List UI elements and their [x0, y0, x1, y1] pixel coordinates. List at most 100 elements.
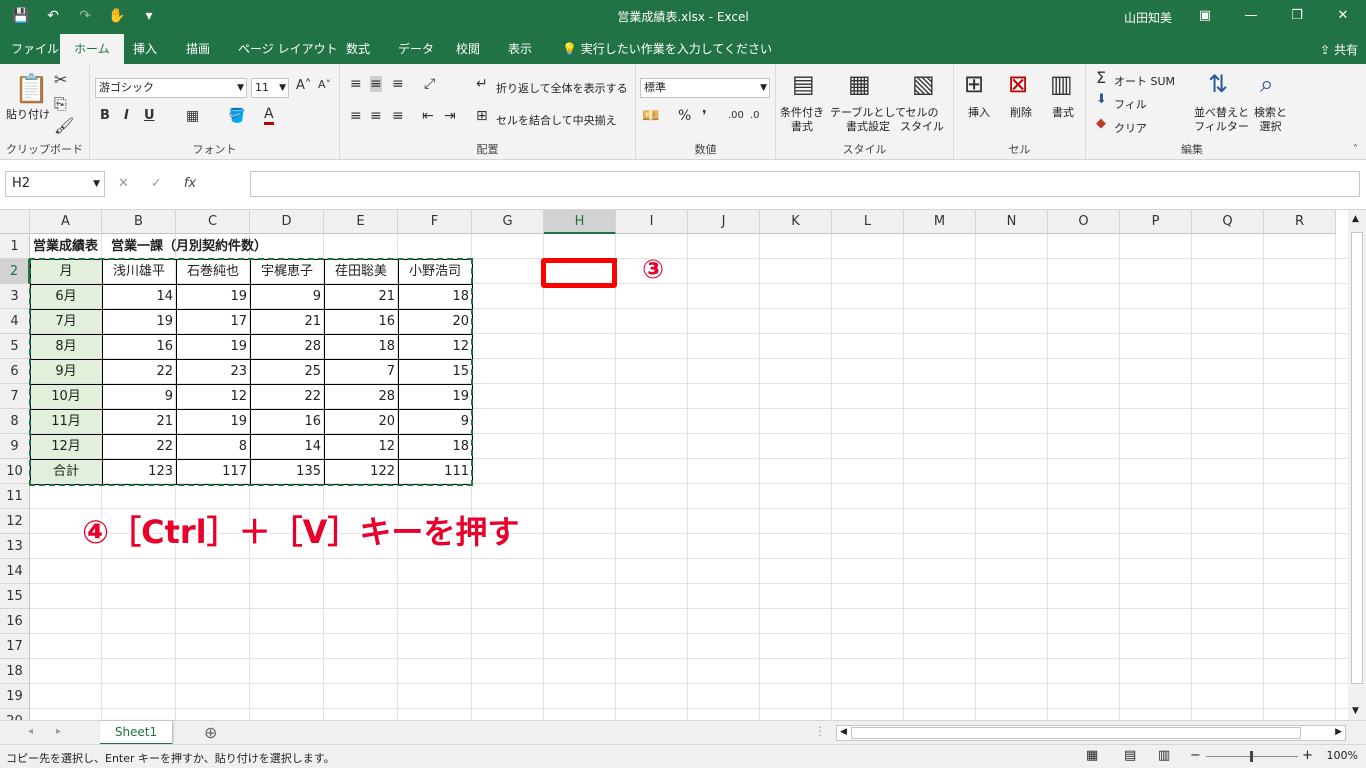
row-header-19[interactable]: 19	[0, 684, 30, 709]
cut-icon[interactable]: ✂	[54, 70, 67, 89]
horizontal-scrollbar[interactable]: ◀ ▶	[836, 725, 1346, 741]
decrease-decimal-icon[interactable]: .0	[750, 110, 760, 121]
wrap-text-icon[interactable]: ↵	[476, 76, 488, 92]
column-header-f[interactable]: F	[398, 210, 472, 234]
tab-home[interactable]: ホーム	[60, 34, 124, 64]
font-size-select[interactable]: 11 ▼	[251, 78, 289, 98]
clear-button[interactable]: クリア	[1114, 120, 1147, 136]
page-layout-view-icon[interactable]: ▤	[1124, 748, 1136, 763]
tab-file[interactable]: ファイル	[11, 40, 59, 57]
select-all-corner[interactable]	[0, 210, 30, 234]
row-header-18[interactable]: 18	[0, 659, 30, 684]
format-cells-icon[interactable]: ▥	[1050, 70, 1073, 98]
column-header-l[interactable]: L	[832, 210, 904, 234]
ribbon-display-options-icon[interactable]: ▣	[1182, 0, 1228, 32]
zoom-out-icon[interactable]: −	[1190, 748, 1201, 763]
row-header-16[interactable]: 16	[0, 609, 30, 634]
column-header-a[interactable]: A	[30, 210, 102, 234]
column-header-p[interactable]: P	[1120, 210, 1192, 234]
insert-cells-button[interactable]: 挿入	[968, 106, 990, 120]
zoom-slider-thumb[interactable]	[1250, 751, 1253, 762]
paste-icon[interactable]: 📋	[14, 72, 49, 105]
worksheet-grid[interactable]: A B C D E F G H I J K L M N O P Q R 1 2 3 4 5 6 7 8 9 10 11 12 13 14 15 1…	[0, 210, 1348, 720]
paste-button[interactable]: 貼り付け	[6, 108, 50, 122]
column-header-n[interactable]: N	[976, 210, 1048, 234]
row-header-10[interactable]: 10	[0, 459, 30, 484]
horizontal-scroll-thumb[interactable]	[851, 727, 1301, 739]
row-header-1[interactable]: 1	[0, 234, 30, 259]
scroll-up-icon[interactable]: ▲	[1352, 214, 1359, 224]
search-icon[interactable]: ⌕	[1260, 70, 1273, 98]
row-header-5[interactable]: 5	[0, 334, 30, 359]
scroll-left-icon[interactable]: ◀	[840, 727, 847, 737]
orientation-icon[interactable]: ⤢	[424, 76, 435, 92]
column-header-h[interactable]: H	[544, 210, 616, 234]
align-top-icon[interactable]: ≡	[350, 76, 362, 92]
merge-center-button[interactable]: セルを結合して中央揃え	[496, 112, 617, 128]
fill-icon[interactable]: ⬇	[1096, 92, 1107, 107]
align-right-icon[interactable]: ≡	[392, 108, 404, 124]
borders-icon[interactable]: ▦	[186, 108, 199, 124]
column-header-m[interactable]: M	[904, 210, 976, 234]
row-header-4[interactable]: 4	[0, 309, 30, 334]
minimize-button[interactable]: —	[1228, 0, 1274, 32]
percent-style-button[interactable]: %	[678, 108, 691, 124]
cancel-icon[interactable]: ✕	[118, 176, 129, 191]
decrease-indent-icon[interactable]: ⇤	[422, 108, 434, 124]
page-break-view-icon[interactable]: ▥	[1158, 748, 1170, 763]
find-select-button[interactable]: 検索と 選択	[1254, 106, 1287, 134]
row-header-6[interactable]: 6	[0, 359, 30, 384]
column-header-r[interactable]: R	[1264, 210, 1336, 234]
row-header-3[interactable]: 3	[0, 284, 30, 309]
increase-decimal-icon[interactable]: .00	[728, 110, 744, 121]
tab-formulas[interactable]: 数式	[346, 40, 370, 57]
row-header-15[interactable]: 15	[0, 584, 30, 609]
sheet-tab-sheet1[interactable]: Sheet1	[100, 721, 172, 745]
share-button[interactable]: ⇪ 共有	[1320, 41, 1358, 58]
tab-insert[interactable]: 挿入	[133, 40, 157, 57]
formula-input[interactable]	[250, 171, 1360, 197]
increase-indent-icon[interactable]: ⇥	[444, 108, 456, 124]
copy-icon[interactable]: ⎘	[54, 94, 67, 114]
align-middle-icon[interactable]: ≡	[370, 76, 382, 92]
align-left-icon[interactable]: ≡	[350, 108, 362, 124]
column-header-d[interactable]: D	[250, 210, 324, 234]
clear-icon[interactable]: ◆	[1096, 116, 1106, 131]
column-header-q[interactable]: Q	[1192, 210, 1264, 234]
conditional-formatting-icon[interactable]: ▤	[792, 70, 815, 98]
format-as-table-icon[interactable]: ▦	[848, 70, 871, 98]
column-header-e[interactable]: E	[324, 210, 398, 234]
font-color-icon[interactable]: A	[264, 106, 274, 125]
tab-review[interactable]: 校閲	[456, 40, 480, 57]
normal-view-icon[interactable]: ▦	[1086, 748, 1098, 763]
scroll-right-icon[interactable]: ▶	[1335, 727, 1342, 737]
comma-style-button[interactable]: ❜	[702, 108, 707, 124]
format-painter-icon[interactable]: 🖌	[54, 116, 74, 135]
column-header-j[interactable]: J	[688, 210, 760, 234]
tab-draw[interactable]: 描画	[186, 40, 210, 57]
format-as-table-button[interactable]: テーブルとして 書式設定	[830, 106, 906, 134]
merge-center-icon[interactable]: ⊞	[476, 108, 488, 124]
sheet-title[interactable]: 営業成績表 営業一課（月別契約件数）	[30, 234, 267, 259]
next-sheet-icon[interactable]: ▸	[56, 726, 61, 737]
autosum-button[interactable]: オート SUM	[1114, 73, 1175, 89]
vertical-scrollbar[interactable]: ▲ ▼	[1348, 210, 1366, 720]
column-header-c[interactable]: C	[176, 210, 250, 234]
insert-function-icon[interactable]: fx	[184, 176, 196, 191]
align-bottom-icon[interactable]: ≡	[392, 76, 404, 92]
row-header-13[interactable]: 13	[0, 534, 30, 559]
tell-me-box[interactable]: 💡 実行したい作業を入力してください	[562, 40, 772, 57]
vertical-scroll-thumb[interactable]	[1351, 232, 1363, 684]
name-box[interactable]: H2 ▼	[5, 171, 105, 197]
align-center-icon[interactable]: ≡	[370, 108, 382, 124]
row-header-2[interactable]: 2	[0, 259, 30, 284]
row-header-8[interactable]: 8	[0, 409, 30, 434]
prev-sheet-icon[interactable]: ◂	[28, 726, 33, 737]
row-header-20[interactable]: 20	[0, 709, 30, 720]
tab-view[interactable]: 表示	[508, 40, 532, 57]
zoom-in-icon[interactable]: +	[1302, 748, 1313, 763]
delete-cells-icon[interactable]: ⊠	[1008, 70, 1028, 98]
column-header-b[interactable]: B	[102, 210, 176, 234]
decrease-font-size-icon[interactable]: A˅	[318, 78, 331, 91]
user-name[interactable]: 山田知美	[1124, 9, 1172, 26]
